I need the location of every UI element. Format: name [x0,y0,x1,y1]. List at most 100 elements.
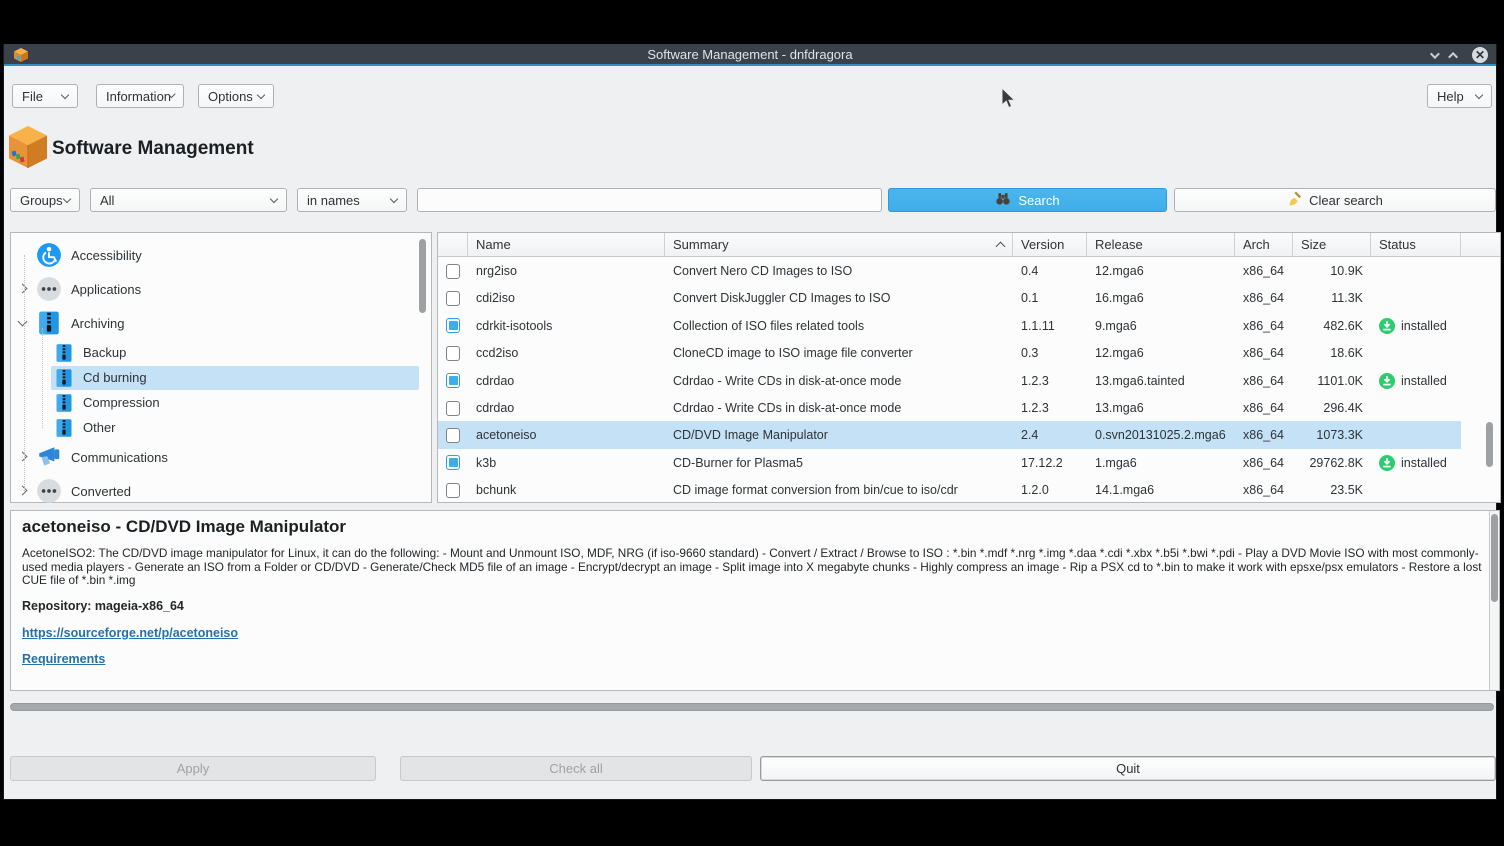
package-checkbox[interactable] [446,455,460,470]
homepage-link[interactable]: https://sourceforge.net/p/acetoneiso [22,626,238,640]
cell-arch: x86_64 [1235,449,1293,477]
cell-name: ccd2iso [468,339,665,367]
check-all-button[interactable]: Check all [400,756,752,781]
cell-name: cdrdao [468,367,665,395]
cell-size: 10.9K [1293,257,1371,285]
converted-icon [36,478,62,504]
package-checkbox[interactable] [446,264,460,279]
chevron-down-icon [1475,90,1483,98]
chevron-down-icon [257,90,265,98]
detail-repository: Repository: mageia-x86_64 [22,599,184,613]
header-status[interactable]: Status [1371,233,1461,256]
close-icon[interactable]: ✕ [1472,47,1488,63]
sidebar-item-backup[interactable]: Backup [11,340,431,365]
table-row[interactable]: cdrdaoCdrdao - Write CDs in disk-at-once… [438,394,1500,422]
menu-options[interactable]: Options [198,84,274,108]
status-label: installed [1401,374,1447,388]
package-checkbox[interactable] [446,401,460,416]
sidebar-item-archiving[interactable]: Archiving [11,306,431,340]
sidebar-item-cd-burning[interactable]: Cd burning [11,365,431,390]
table-row[interactable]: acetoneisoCD/DVD Image Manipulator2.40.s… [438,421,1500,449]
table-row[interactable]: bchunkCD image format conversion from bi… [438,476,1500,503]
cell-filler [1461,367,1500,395]
sidebar-item-compression[interactable]: Compression [11,390,431,415]
cell-arch: x86_64 [1235,476,1293,503]
sidebar-item-label: Communications [71,450,168,465]
package-checkbox[interactable] [446,346,460,361]
cell-summary: Convert DiskJuggler CD Images to ISO [665,284,1013,312]
table-row[interactable]: cdrdaoCdrdao - Write CDs in disk-at-once… [438,367,1500,395]
table-scrollbar-thumb[interactable] [1486,422,1493,467]
menu-help[interactable]: Help [1427,84,1492,108]
table-row[interactable]: ccd2isoCloneCD image to ISO image file c… [438,339,1500,367]
cell-arch: x86_64 [1235,257,1293,285]
titlebar[interactable]: Software Management - dnfdragora ✕ [4,44,1496,66]
package-checkbox[interactable] [446,428,460,443]
sidebar-item-label: Applications [71,282,141,297]
header-summary[interactable]: Summary [665,233,1013,256]
table-row[interactable]: cdrkit-isotoolsCollection of ISO files r… [438,312,1500,340]
archive-icon [36,310,62,336]
menu-information[interactable]: Information [96,84,184,108]
header-name[interactable]: Name [468,233,665,256]
archive-icon [54,418,74,438]
sidebar-item-label: Cd burning [83,370,147,385]
sidebar-item-communications[interactable]: Communications [11,440,431,474]
quit-button[interactable]: Quit [760,756,1496,781]
maximize-icon[interactable] [1448,51,1458,61]
archive-icon [54,343,74,363]
table-row[interactable]: nrg2isoConvert Nero CD Images to ISO0.41… [438,257,1500,285]
header-version[interactable]: Version [1013,233,1087,256]
cell-size: 296.4K [1293,394,1371,422]
installed-download-icon [1379,455,1395,471]
sidebar-item-applications[interactable]: Applications [11,272,431,306]
requirements-link[interactable]: Requirements [22,652,105,666]
apply-button-label: Apply [177,761,210,776]
cell-size: 23.5K [1293,476,1371,503]
communications-icon [36,444,62,470]
header-arch[interactable]: Arch [1235,233,1293,256]
cell-version: 1.2.3 [1013,394,1087,422]
header-size[interactable]: Size [1293,233,1371,256]
header-version-label: Version [1021,237,1064,252]
search-input[interactable] [417,188,882,212]
status-label: installed [1401,319,1447,333]
group-filter-dropdown[interactable]: All [90,188,287,212]
tree-scrollbar-thumb[interactable] [419,239,426,313]
cell-size: 1101.0K [1293,367,1371,395]
groups-dropdown[interactable]: Groups [10,188,80,212]
search-button[interactable]: Search [888,188,1167,212]
header-release[interactable]: Release [1087,233,1235,256]
package-table-panel: Name Summary Version Release Arch Size S… [437,232,1501,503]
package-checkbox[interactable] [446,373,460,388]
cell-arch: x86_64 [1235,394,1293,422]
apply-button[interactable]: Apply [10,756,376,781]
menu-file[interactable]: File [12,84,78,108]
cell-name: cdrdao [468,394,665,422]
cell-arch: x86_64 [1235,312,1293,340]
sidebar-item-label: Accessibility [71,248,142,263]
details-scrollbar-thumb[interactable] [1491,514,1498,602]
header-checkbox-column[interactable] [438,233,468,256]
window-title: Software Management - dnfdragora [4,47,1496,62]
clear-search-button[interactable]: Clear search [1174,188,1496,212]
table-row[interactable]: cdi2isoConvert DiskJuggler CD Images to … [438,284,1500,312]
sidebar-item-accessibility[interactable]: Accessibility [11,238,431,272]
cell-summary: CD-Burner for Plasma5 [665,449,1013,477]
minimize-icon[interactable] [1430,49,1440,59]
header-status-label: Status [1379,237,1416,252]
binoculars-icon [995,192,1011,209]
package-checkbox[interactable] [446,483,460,498]
groups-dropdown-label: Groups [20,193,63,208]
accessibility-icon [36,242,62,268]
status-label: installed [1401,456,1447,470]
sidebar-item-converted[interactable]: Converted [11,474,431,508]
cell-filler [1461,421,1500,449]
cell-filler [1461,312,1500,340]
package-checkbox[interactable] [446,291,460,306]
sidebar-item-other[interactable]: Other [11,415,431,440]
search-scope-dropdown[interactable]: in names [297,188,407,212]
package-checkbox[interactable] [446,318,460,333]
table-row[interactable]: k3bCD-Burner for Plasma517.12.21.mga6x86… [438,449,1500,477]
row-checkbox-cell [438,421,468,449]
